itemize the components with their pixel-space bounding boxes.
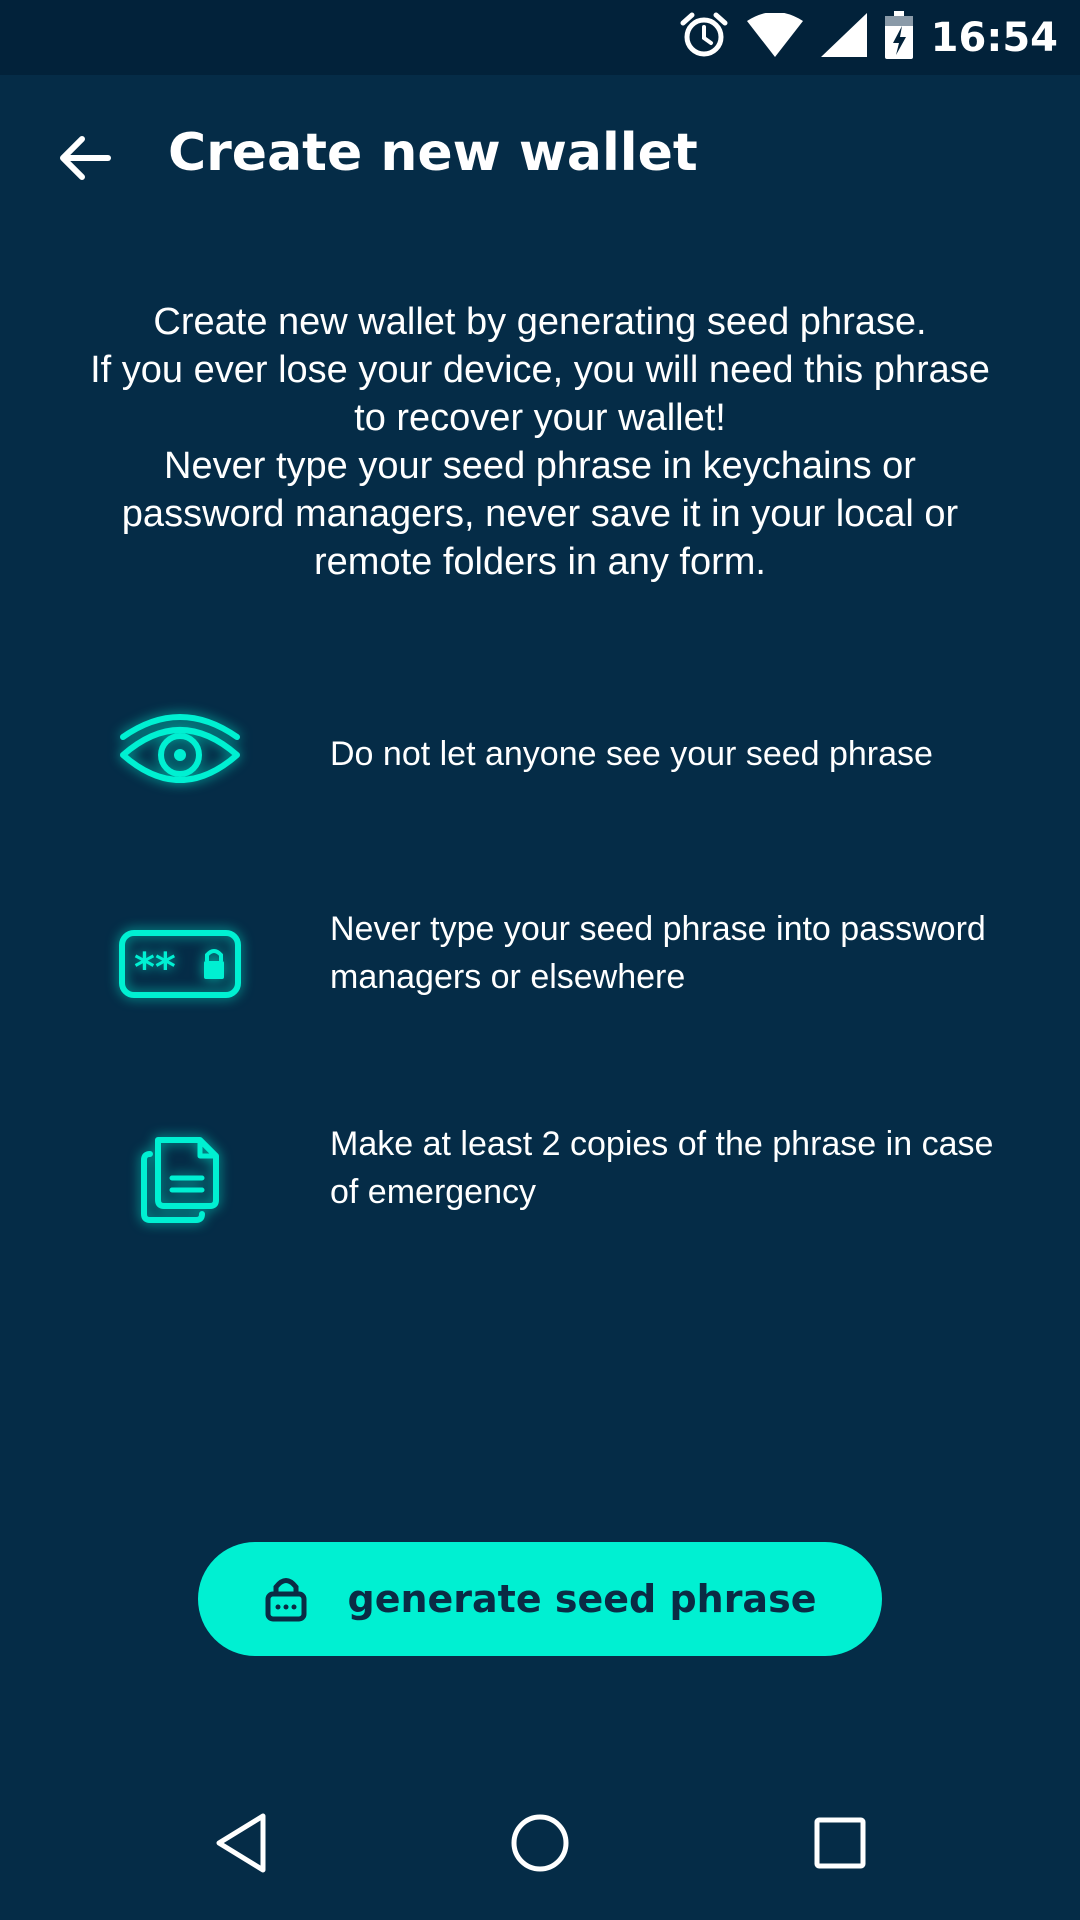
intro-line: Never type your seed phrase in keychains… xyxy=(121,445,959,583)
wifi-icon xyxy=(746,12,803,62)
intro-text: Create new wallet by generating seed phr… xyxy=(80,298,1000,586)
nav-back-button[interactable] xyxy=(186,1795,296,1895)
alarm-icon xyxy=(679,10,729,65)
recents-square-icon xyxy=(814,1817,866,1874)
status-bar: 16:54 xyxy=(0,0,1080,75)
nav-home-button[interactable] xyxy=(485,1795,595,1895)
svg-text:**: ** xyxy=(134,945,176,991)
tip-item: ** Never type your seed phrase into pass… xyxy=(0,905,1080,1055)
padlock-icon xyxy=(264,1574,308,1625)
page-title: Create new wallet xyxy=(168,123,698,183)
status-time: 16:54 xyxy=(930,14,1058,61)
tip-text: Make at least 2 copies of the phrase in … xyxy=(330,1125,994,1211)
intro-line: If you ever lose your device, you will n… xyxy=(90,349,990,439)
eye-icon xyxy=(110,690,250,810)
status-icons: 16:54 xyxy=(679,0,1058,75)
back-button[interactable] xyxy=(40,115,130,205)
tip-text: Do not let anyone see your seed phrase xyxy=(330,735,933,773)
system-nav-bar xyxy=(0,1770,1080,1920)
password-lock-icon: ** xyxy=(110,905,250,1025)
tip-text: Never type your seed phrase into passwor… xyxy=(330,910,986,996)
nav-recents-button[interactable] xyxy=(785,1795,895,1895)
tip-item: Make at least 2 copies of the phrase in … xyxy=(0,1120,1080,1270)
arrow-left-icon xyxy=(58,133,112,188)
documents-copy-icon xyxy=(110,1120,250,1240)
app-bar: Create new wallet xyxy=(0,75,1080,245)
home-circle-icon xyxy=(510,1813,570,1878)
battery-charging-icon xyxy=(884,11,913,64)
generate-seed-phrase-button[interactable]: generate seed phrase xyxy=(198,1542,882,1656)
generate-seed-phrase-label: generate seed phrase xyxy=(347,1577,817,1621)
back-triangle-icon xyxy=(213,1812,269,1879)
intro-line: Create new wallet by generating seed phr… xyxy=(153,301,927,343)
tip-item: Do not let anyone see your seed phrase xyxy=(0,690,1080,840)
cell-signal-icon xyxy=(820,13,867,62)
